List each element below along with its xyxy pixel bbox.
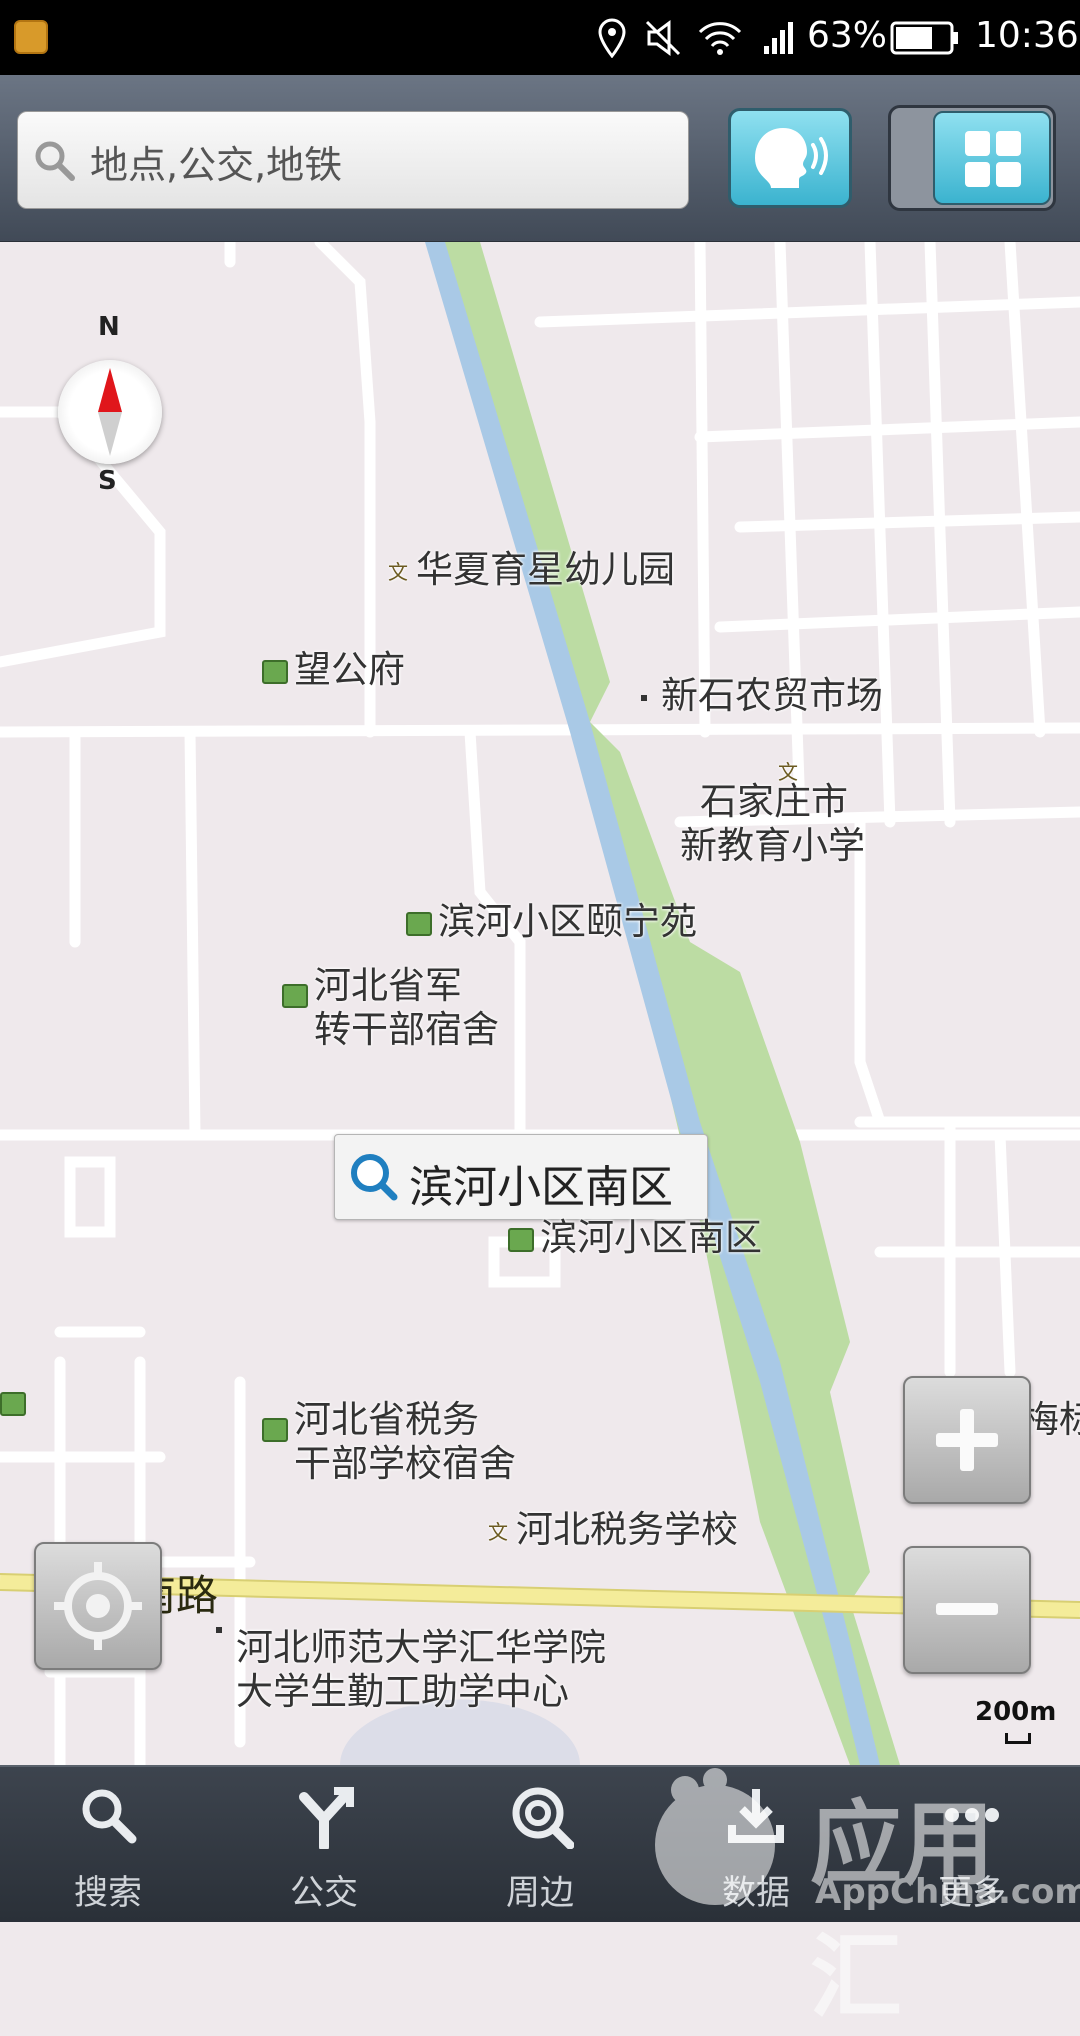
- tab-search[interactable]: 搜索: [0, 1767, 216, 1922]
- search-icon: [82, 1789, 137, 1844]
- residential-icon: [406, 911, 432, 936]
- locate-icon: [54, 1562, 142, 1650]
- poi-unnamed[interactable]: [0, 1380, 32, 1424]
- signal-icon: [764, 22, 793, 54]
- search-icon: [35, 141, 75, 181]
- poi-dot-icon: [641, 694, 647, 701]
- clock: 10:36: [975, 15, 1079, 56]
- watermark-logo-icon: [655, 1768, 775, 1905]
- map-scale-label: 200m: [975, 1697, 1057, 1727]
- school-icon: 文: [488, 1519, 508, 1544]
- compass-needle-icon: [98, 368, 122, 456]
- voice-search-icon: [755, 128, 828, 188]
- poi-huihua[interactable]: 河北师范大学汇华学院 大学生勤工助学中心: [216, 1626, 606, 1714]
- tab-search-label: 搜索: [74, 1873, 142, 1913]
- zoom-out-button[interactable]: [903, 1546, 1031, 1674]
- residential-icon: [0, 1391, 26, 1416]
- bus-route-icon: [299, 1787, 354, 1849]
- compass-south-label: S: [98, 466, 117, 496]
- grid-menu-icon: [965, 131, 1021, 187]
- poi-tax-school[interactable]: 文河北税务学校: [488, 1508, 738, 1554]
- poi-ningyuan[interactable]: 滨河小区颐宁苑: [406, 900, 697, 944]
- nearby-icon: [512, 1787, 574, 1849]
- battery-icon: [890, 21, 958, 55]
- locate-me-button[interactable]: [34, 1542, 162, 1670]
- callout-title: 滨河小区南区: [409, 1162, 673, 1213]
- poi-kindergarten[interactable]: 文华夏育星幼儿园: [388, 548, 675, 594]
- poi-tax-dorm[interactable]: 河北省税务 干部学校宿舍: [262, 1398, 516, 1486]
- location-icon: [598, 18, 626, 58]
- wifi-icon: [698, 22, 742, 55]
- poi-xinjiaoyu-line2[interactable]: 新教育小学: [680, 824, 865, 868]
- battery-percent: 63%: [807, 15, 888, 56]
- watermark-site: AppChina.com: [815, 1872, 1080, 1912]
- grid-menu-button[interactable]: [933, 111, 1051, 205]
- poi-binhe-south[interactable]: 滨河小区南区: [508, 1216, 762, 1260]
- search-result-icon: [351, 1154, 398, 1201]
- view-toggle[interactable]: [888, 105, 1056, 211]
- residential-icon: [282, 983, 308, 1008]
- plus-icon: [936, 1409, 998, 1471]
- tab-nearby-label: 周边: [506, 1873, 574, 1913]
- app-notification-icon: [14, 20, 48, 54]
- zoom-in-button[interactable]: [903, 1376, 1031, 1504]
- minus-icon: [936, 1603, 998, 1615]
- map-view[interactable]: N S 文华夏育星幼儿园 望公府 新石农贸市场 文 石家庄市 新教育小学 滨河小…: [0, 242, 1080, 1765]
- search-placeholder: 地点,公交,地铁: [90, 143, 343, 187]
- map-scale-bar: [1005, 1733, 1031, 1744]
- poi-military-dorm[interactable]: 河北省军 转干部宿舍: [282, 964, 499, 1052]
- poi-wanggongfu[interactable]: 望公府: [262, 648, 405, 692]
- tab-bus[interactable]: 公交: [216, 1767, 432, 1922]
- residential-icon: [508, 1227, 534, 1252]
- tab-bus-label: 公交: [290, 1873, 358, 1913]
- status-bar: 63% 10:36: [0, 0, 1080, 75]
- voice-search-button[interactable]: [728, 108, 852, 208]
- compass-north-label: N: [98, 312, 120, 342]
- top-toolbar: 地点,公交,地铁: [0, 75, 1080, 243]
- tab-nearby[interactable]: 周边: [432, 1767, 648, 1922]
- poi-market[interactable]: 新石农贸市场: [641, 674, 883, 718]
- poi-dot-icon: [216, 1626, 222, 1633]
- search-result-callout[interactable]: 滨河小区南区: [334, 1134, 708, 1220]
- mute-icon: [645, 20, 681, 56]
- school-icon: 文: [388, 559, 408, 584]
- poi-xinjiaoyu-line1[interactable]: 石家庄市: [700, 780, 848, 824]
- watermark: 应用汇 AppChina.com: [640, 1750, 1080, 2031]
- residential-icon: [262, 1417, 288, 1442]
- residential-icon: [262, 659, 288, 684]
- compass[interactable]: N S: [58, 312, 162, 496]
- search-input[interactable]: 地点,公交,地铁: [17, 111, 689, 209]
